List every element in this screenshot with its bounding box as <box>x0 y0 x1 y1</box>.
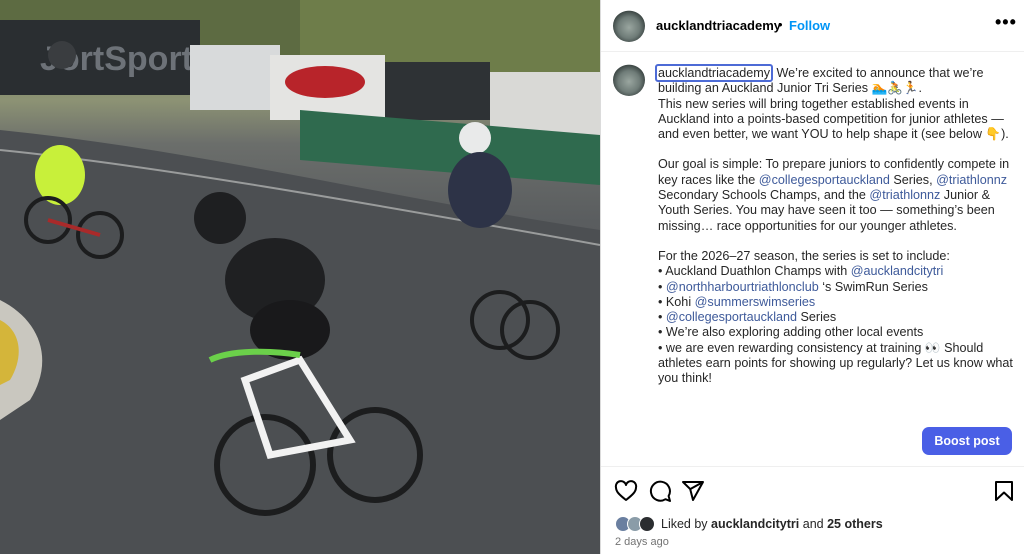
caption-username[interactable]: aucklandtriacademy <box>655 64 774 82</box>
caption-goal-text: Secondary Schools Champs, and the <box>658 188 870 203</box>
mention-link[interactable]: @northharbourtriathlonclub <box>666 280 819 294</box>
mention-link[interactable]: @summerswimseries <box>695 295 816 309</box>
avatar[interactable] <box>613 10 645 42</box>
post-header: aucklandtriacademy • Follow ••• <box>601 0 1024 52</box>
bullet-text: • Auckland Duathlon Champs with <box>658 264 851 279</box>
bullet-text: Series <box>797 310 837 325</box>
bullet-text: ‘s SwimRun Series <box>818 279 928 294</box>
share-icon[interactable] <box>681 479 705 503</box>
bullet-text: • <box>658 279 666 294</box>
caption-area: aucklandtriacademy We’re excited to anno… <box>601 52 1024 404</box>
liked-by-and: and <box>799 517 828 531</box>
post-photo[interactable]: JortSport <box>0 0 600 554</box>
post-panel: aucklandtriacademy • Follow ••• auckland… <box>600 0 1024 554</box>
bullet-text: • we are even rewarding consistency at t… <box>658 340 1013 386</box>
boost-post-button[interactable]: Boost post <box>922 427 1012 455</box>
post-actions: Liked by aucklandcitytri and 25 others 2… <box>601 466 1024 554</box>
liked-by-avatars <box>615 516 659 532</box>
post-username[interactable]: aucklandtriacademy <box>656 18 781 33</box>
post-timestamp[interactable]: 2 days ago <box>615 536 669 548</box>
photo-scene: JortSport <box>0 0 600 554</box>
mention-link[interactable]: @collegesportauckland <box>666 310 797 324</box>
mention-link[interactable]: @triathlonnz <box>869 188 940 202</box>
bookmark-icon[interactable] <box>992 479 1016 503</box>
caption-season-intro: For the 2026–27 season, the series is se… <box>658 248 950 263</box>
caption-goal-text: Series, <box>889 172 937 187</box>
mention-link[interactable]: @collegesportauckland <box>759 173 890 187</box>
comment-icon[interactable] <box>648 479 672 503</box>
follow-button[interactable]: Follow <box>789 18 830 33</box>
liked-by-text: Liked by aucklandcitytri and 25 others <box>661 517 883 531</box>
mention-link[interactable]: @triathlonnz <box>936 173 1007 187</box>
separator-dot: • <box>778 17 783 32</box>
bullet-text: • Kohi <box>658 294 695 309</box>
caption-avatar[interactable] <box>613 64 645 96</box>
caption-line2: This new series will bring together esta… <box>658 96 1009 142</box>
heart-icon[interactable] <box>614 479 638 503</box>
liked-by-others[interactable]: 25 others <box>827 517 883 531</box>
mention-link[interactable]: @aucklandcitytri <box>851 264 944 278</box>
liked-by-prefix: Liked by <box>661 517 712 531</box>
likes-row[interactable]: Liked by aucklandcitytri and 25 others <box>615 515 883 533</box>
more-options-icon[interactable]: ••• <box>995 12 1017 33</box>
avatar <box>639 516 655 532</box>
bullet-text: • <box>658 310 666 325</box>
caption-text: aucklandtriacademy We’re excited to anno… <box>655 64 1018 387</box>
liked-by-user[interactable]: aucklandcitytri <box>711 517 799 531</box>
bullet-text: • We’re also exploring adding other loca… <box>658 325 924 340</box>
